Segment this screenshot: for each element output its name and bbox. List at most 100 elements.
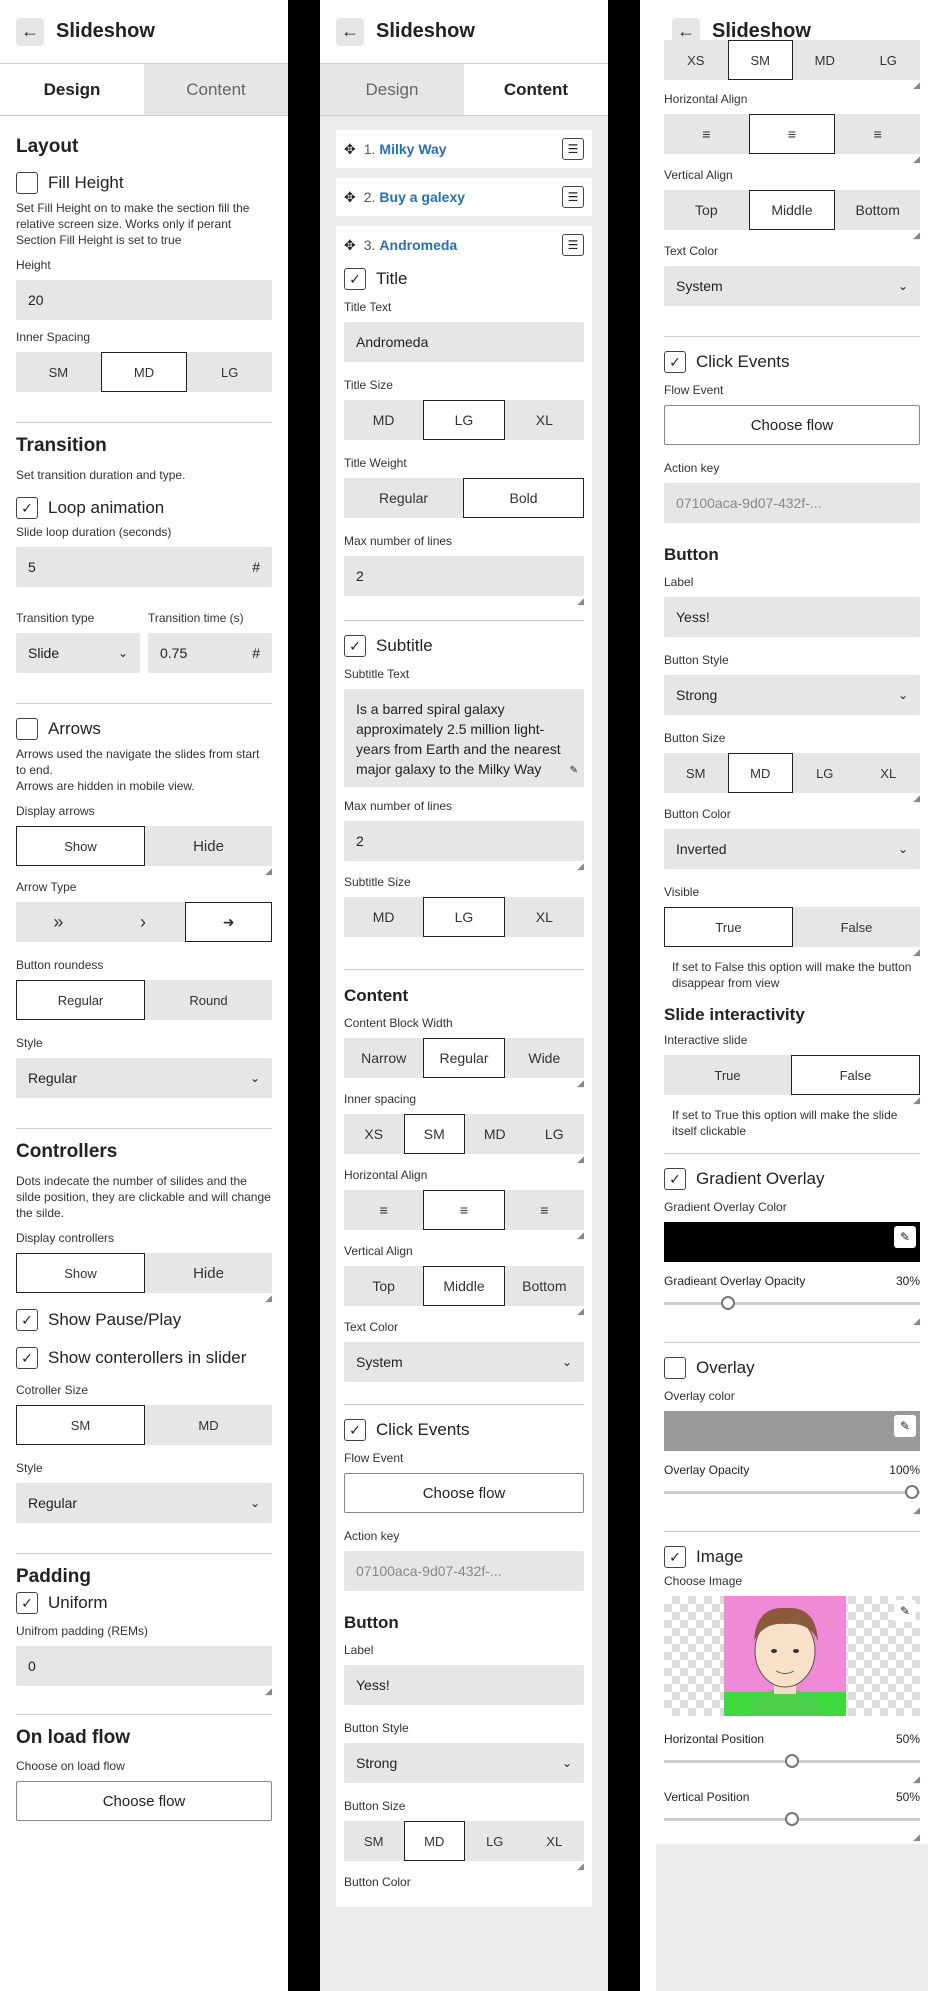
resize-handle-icon[interactable]: ◢ (664, 154, 920, 166)
align-center-icon[interactable]: ≡ (748, 114, 836, 154)
item-name[interactable]: Milky Way (379, 141, 446, 157)
resize-handle-icon[interactable]: ◢ (344, 1861, 584, 1873)
option-lg[interactable]: LG (187, 352, 272, 392)
option-md[interactable]: MD (465, 1114, 525, 1154)
resize-handle-icon[interactable]: ◢ (664, 1316, 920, 1328)
show-controllers-checkbox[interactable]: ✓ Show conterollers in slider (16, 1347, 272, 1369)
image-checkbox[interactable]: ✓ Image (664, 1546, 920, 1568)
arrows-checkbox[interactable]: Arrows (16, 718, 272, 740)
option-md[interactable]: MD (727, 753, 793, 793)
fill-height-checkbox[interactable]: Fill Height (16, 172, 272, 194)
tab-content[interactable]: Content (464, 64, 608, 115)
option-bold[interactable]: Bold (463, 478, 584, 518)
option-lg[interactable]: LG (465, 1821, 525, 1861)
button-color-select[interactable]: Inverted ⌄ (664, 829, 920, 869)
style-select[interactable]: Regular ⌄ (16, 1058, 272, 1098)
option-lg[interactable]: LG (423, 897, 505, 937)
double-chevron-icon[interactable]: » (16, 902, 101, 942)
arrow-right-icon[interactable]: ➜ (185, 902, 273, 942)
edit-icon[interactable]: ✎ (570, 761, 578, 781)
click-events-checkbox[interactable]: ✓ Click Events (664, 351, 920, 373)
resize-handle-icon[interactable]: ◢ (664, 1095, 920, 1107)
button-style-select[interactable]: Strong ⌄ (664, 675, 920, 715)
option-md[interactable]: MD (403, 1821, 465, 1861)
option-lg[interactable]: LG (857, 40, 921, 80)
label-input[interactable]: Yess! (664, 597, 920, 637)
option-lg[interactable]: LG (793, 753, 857, 793)
resize-handle-icon[interactable]: ◢ (664, 80, 920, 92)
option-md[interactable]: MD (100, 352, 188, 392)
back-button[interactable]: ← (336, 17, 364, 46)
gradient-overlay-checkbox[interactable]: ✓ Gradient Overlay (664, 1168, 920, 1190)
align-right-icon[interactable]: ≡ (835, 114, 920, 154)
menu-icon[interactable]: ☰ (562, 186, 584, 208)
option-xl[interactable]: XL (505, 400, 584, 440)
option-hide[interactable]: Hide (145, 1253, 272, 1293)
option-md[interactable]: MD (344, 400, 423, 440)
resize-handle-icon[interactable]: ◢ (344, 1230, 584, 1242)
menu-icon[interactable]: ☰ (562, 138, 584, 160)
resize-handle-icon[interactable]: ◢ (344, 1154, 584, 1166)
resize-handle-icon[interactable]: ◢ (16, 866, 272, 878)
option-false[interactable]: False (791, 1055, 920, 1095)
subtitle-textarea[interactable]: Is a barred spiral galaxy approximately … (344, 689, 584, 787)
option-bottom[interactable]: Bottom (835, 190, 920, 230)
drag-handle-icon[interactable]: ✥ (344, 141, 356, 158)
tab-content[interactable]: Content (144, 64, 288, 115)
pencil-icon[interactable]: ✎ (894, 1415, 916, 1437)
transition-time-input[interactable]: 0.75 # (148, 633, 272, 673)
text-color-select[interactable]: System ⌄ (344, 1342, 584, 1382)
option-regular[interactable]: Regular (344, 478, 463, 518)
height-input[interactable]: 20 (16, 280, 272, 320)
action-key-input[interactable]: 07100aca-9d07-432f-... (664, 483, 920, 523)
pencil-icon[interactable]: ✎ (894, 1226, 916, 1248)
option-md[interactable]: MD (145, 1405, 272, 1445)
slider-thumb[interactable] (785, 1812, 799, 1826)
option-sm[interactable]: SM (727, 40, 793, 80)
option-true[interactable]: True (664, 907, 793, 947)
overlay-opacity-slider[interactable] (664, 1483, 920, 1501)
transition-type-select[interactable]: Slide ⌄ (16, 633, 140, 673)
slider-thumb[interactable] (721, 1296, 735, 1310)
uniform-checkbox[interactable]: ✓ Uniform (16, 1592, 272, 1614)
align-right-icon[interactable]: ≡ (505, 1190, 584, 1230)
chevron-right-icon[interactable]: › (101, 902, 186, 942)
option-lg[interactable]: LG (525, 1114, 585, 1154)
option-lg[interactable]: LG (423, 400, 505, 440)
list-item[interactable]: ✥ 1. Milky Way ☰ (336, 130, 592, 168)
v-pos-slider[interactable] (664, 1810, 920, 1828)
align-center-icon[interactable]: ≡ (423, 1190, 505, 1230)
text-color-select[interactable]: System ⌄ (664, 266, 920, 306)
choose-flow-button[interactable]: Choose flow (664, 405, 920, 445)
resize-handle-icon[interactable]: ◢ (664, 947, 920, 959)
subtitle-checkbox[interactable]: ✓ Subtitle (344, 635, 584, 657)
choose-flow-button[interactable]: Choose flow (344, 1473, 584, 1513)
option-false[interactable]: False (793, 907, 920, 947)
resize-handle-icon[interactable]: ◢ (344, 1078, 584, 1090)
option-sm[interactable]: SM (403, 1114, 465, 1154)
loop-animation-checkbox[interactable]: ✓ Loop animation (16, 497, 272, 519)
option-xs[interactable]: XS (344, 1114, 404, 1154)
list-item[interactable]: ✥ 3. Andromeda ☰ (344, 226, 584, 264)
option-narrow[interactable]: Narrow (344, 1038, 423, 1078)
option-sm[interactable]: SM (664, 753, 728, 793)
menu-icon[interactable]: ☰ (562, 234, 584, 256)
slider-thumb[interactable] (905, 1485, 920, 1499)
option-regular[interactable]: Regular (423, 1038, 505, 1078)
align-left-icon[interactable]: ≡ (344, 1190, 423, 1230)
item-name[interactable]: Andromeda (379, 237, 457, 253)
gradient-opacity-slider[interactable] (664, 1294, 920, 1312)
drag-handle-icon[interactable]: ✥ (344, 237, 356, 254)
option-sm[interactable]: SM (16, 352, 101, 392)
title-text-input[interactable]: Andromeda (344, 322, 584, 362)
resize-handle-icon[interactable]: ◢ (664, 793, 920, 805)
resize-handle-icon[interactable]: ◢ (16, 1686, 272, 1698)
back-button[interactable]: ← (16, 17, 44, 46)
option-bottom[interactable]: Bottom (505, 1266, 584, 1306)
option-show[interactable]: Show (16, 826, 145, 866)
option-top[interactable]: Top (344, 1266, 423, 1306)
action-key-input[interactable]: 07100aca-9d07-432f-... (344, 1551, 584, 1591)
gradient-color-swatch[interactable]: ✎ (664, 1222, 920, 1262)
max-lines-input[interactable]: 2 (344, 556, 584, 596)
option-regular[interactable]: Regular (16, 980, 145, 1020)
